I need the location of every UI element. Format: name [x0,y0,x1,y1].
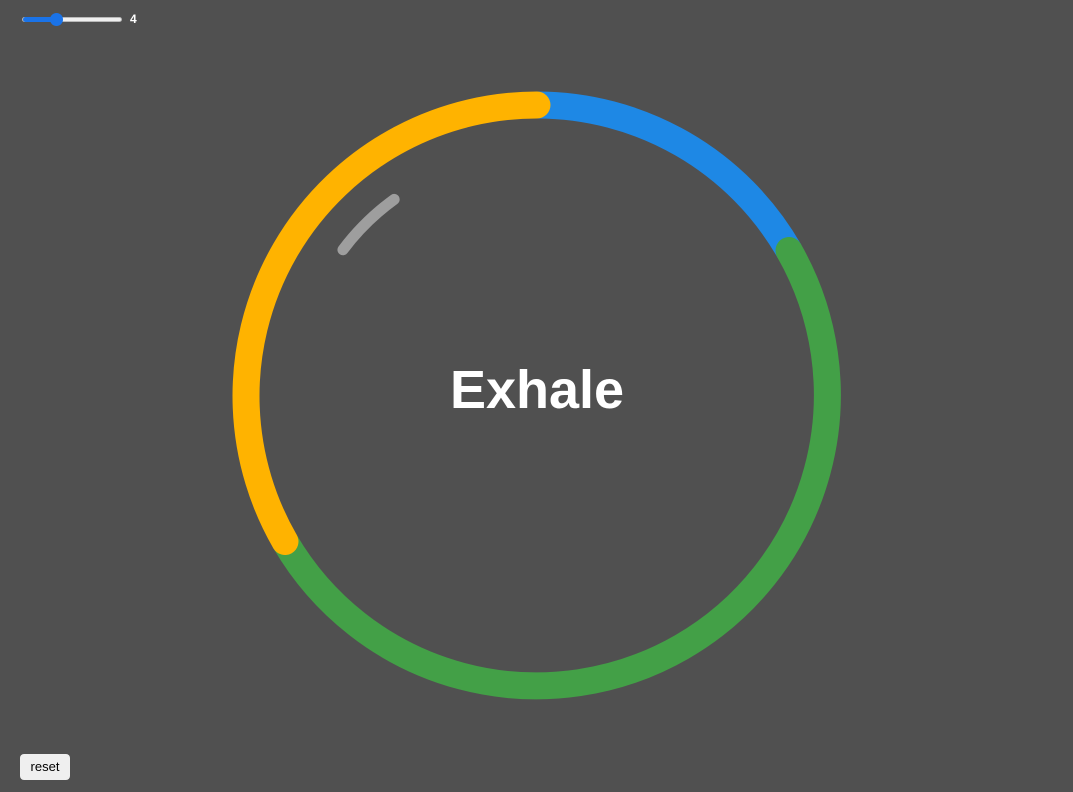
breathing-app: 4 Exhale reset [0,0,1073,792]
ring-segment-inhale [523,91,803,264]
ring-segment-exhale [232,91,551,555]
reset-button[interactable]: reset [20,754,70,780]
phase-label: Exhale [449,360,625,420]
progress-arc [337,193,400,256]
progress-indicator [337,193,400,256]
ring-segment-hold [271,237,841,700]
